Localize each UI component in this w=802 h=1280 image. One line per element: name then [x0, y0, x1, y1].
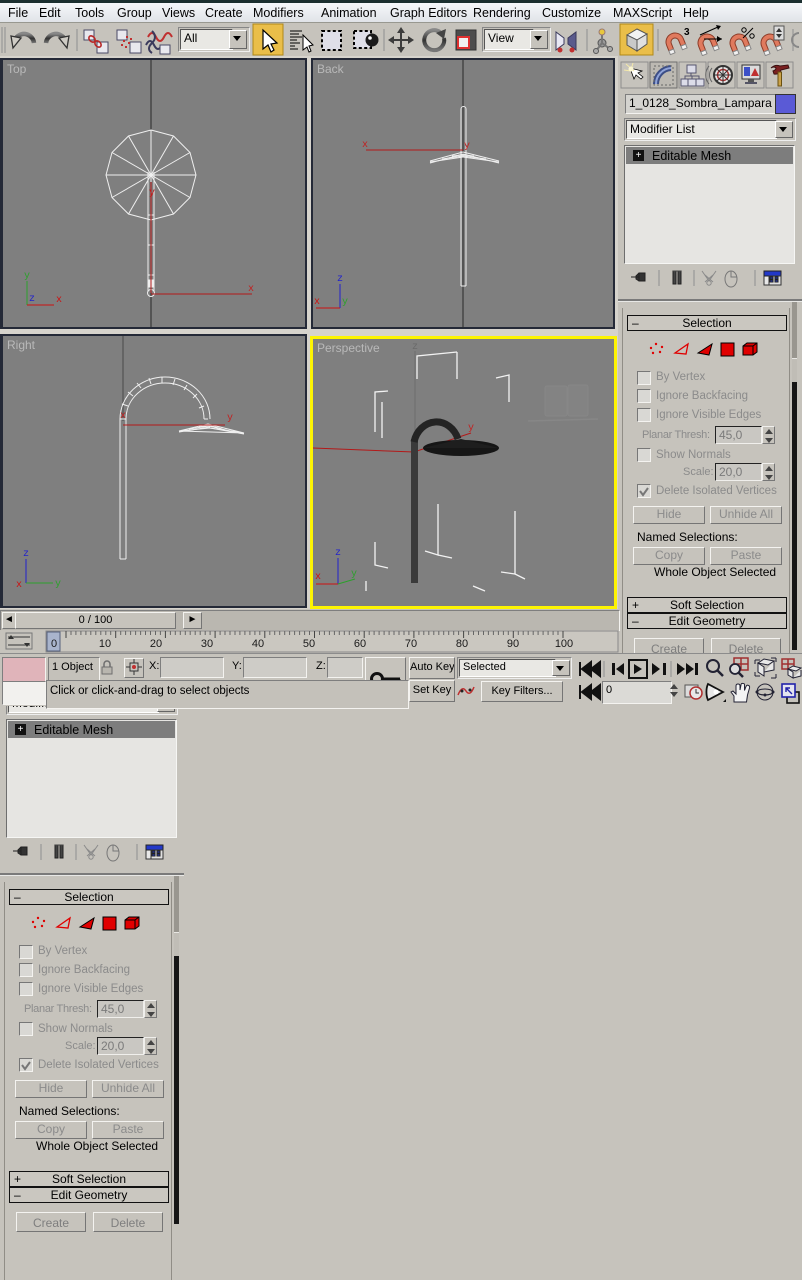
- svg-text:80: 80: [456, 638, 468, 650]
- svg-text:y: y: [24, 271, 30, 282]
- svg-text:y: y: [227, 413, 233, 424]
- svg-text:60: 60: [354, 638, 366, 650]
- svg-text:100: 100: [555, 638, 573, 650]
- svg-text:y: y: [149, 188, 155, 199]
- svg-text:z: z: [337, 274, 343, 285]
- svg-text:Top: Top: [7, 62, 27, 76]
- svg-text:30: 30: [201, 638, 213, 650]
- svg-text:10: 10: [99, 638, 111, 650]
- svg-text:y: y: [351, 569, 357, 580]
- svg-text:x: x: [16, 580, 22, 591]
- svg-text:Back: Back: [317, 62, 345, 76]
- svg-text:y: y: [55, 579, 61, 590]
- svg-text:x: x: [56, 295, 62, 306]
- svg-text:z: z: [23, 549, 29, 560]
- svg-text:20: 20: [150, 638, 162, 650]
- svg-text:0: 0: [51, 638, 57, 650]
- svg-text:x: x: [315, 572, 321, 583]
- svg-text:x: x: [314, 297, 320, 308]
- svg-text:50: 50: [303, 638, 315, 650]
- svg-text:3: 3: [684, 27, 690, 38]
- svg-text:90: 90: [507, 638, 519, 650]
- svg-text:40: 40: [252, 638, 264, 650]
- svg-text:z: z: [29, 294, 35, 305]
- svg-text:70: 70: [405, 638, 417, 650]
- svg-text:y: y: [468, 423, 474, 434]
- svg-text:Perspective: Perspective: [317, 341, 380, 355]
- svg-text:x: x: [120, 411, 126, 422]
- svg-text:y: y: [342, 297, 348, 308]
- svg-text:y: y: [464, 141, 470, 152]
- svg-text:z: z: [335, 548, 341, 559]
- svg-text:Right: Right: [7, 338, 36, 352]
- svg-text:z: z: [412, 342, 418, 353]
- svg-text:x: x: [362, 140, 368, 151]
- svg-text:x: x: [248, 284, 254, 295]
